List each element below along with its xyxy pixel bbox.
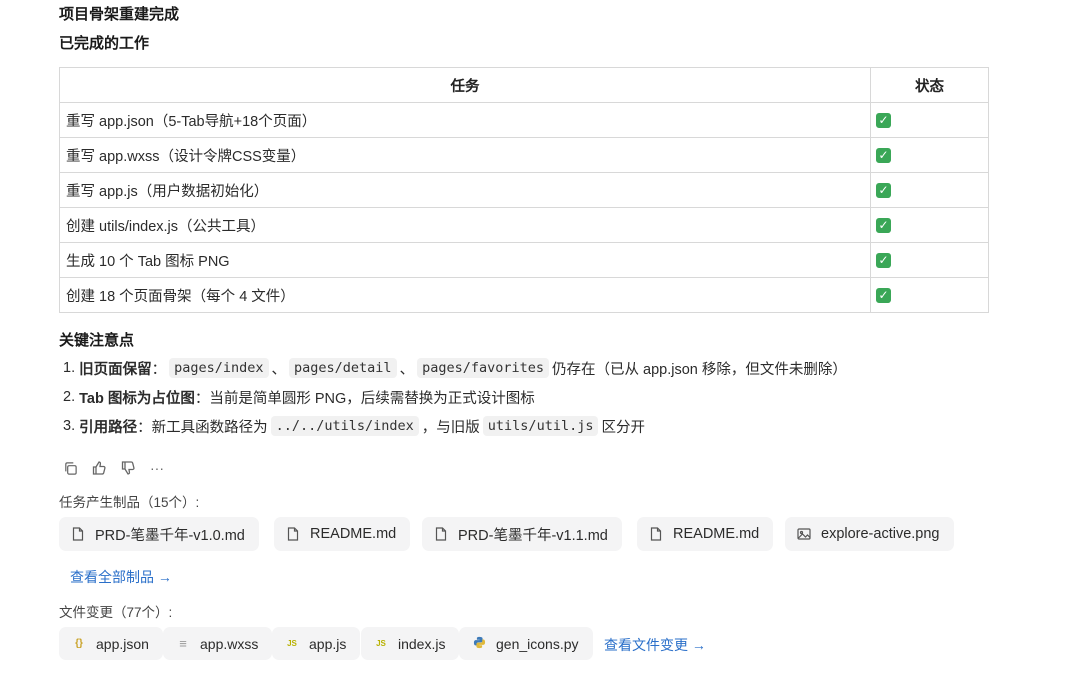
column-header-task: 任务 [59,67,871,103]
section-title-completed: 已完成的工作 [59,35,150,52]
section-title-notes: 关键注意点 [59,332,135,349]
javascript-file-icon: JS [376,639,386,648]
task-cell: 重写 app.wxss（设计令牌CSS变量） [59,137,871,173]
thumbs-down-icon[interactable] [120,460,136,476]
copy-icon[interactable] [62,460,78,476]
document-icon [71,527,85,541]
note-item-1: 1. 旧页面保留： pages/index、 pages/detail、 pag… [63,358,847,378]
artifact-chip[interactable]: README.md [274,517,411,551]
check-icon: ✓ [876,147,891,163]
page: 项目骨架重建完成 已完成的工作 任务 状态 重写 app.json（5-Tab导… [0,0,1080,678]
javascript-file-icon: JS [287,639,297,648]
view-file-changes-link[interactable]: 查看文件变更 → [604,635,706,655]
table-row: 重写 app.json（5-Tab导航+18个页面） ✓ [59,102,989,138]
task-cell: 创建 18 个页面骨架（每个 4 文件） [59,277,871,313]
artifacts-label: 任务产生制品（15个）: [59,495,200,510]
table-row: 创建 18 个页面骨架（每个 4 文件） ✓ [59,277,989,313]
view-all-artifacts-link[interactable]: 查看全部制品 → [70,567,172,587]
task-table: 任务 状态 重写 app.json（5-Tab导航+18个页面） ✓ 重写 ap… [59,67,989,313]
inline-code: pages/index [169,358,269,378]
table-row: 生成 10 个 Tab 图标 PNG ✓ [59,242,989,278]
more-options-icon[interactable]: ··· [149,460,165,476]
task-cell: 重写 app.js（用户数据初始化） [59,172,871,208]
column-header-status: 状态 [870,67,989,103]
task-cell: 生成 10 个 Tab 图标 PNG [59,242,871,278]
inline-code: utils/util.js [482,416,599,436]
inline-code: ../../utils/index [270,416,419,436]
python-file-icon [472,636,486,652]
thumbs-up-icon[interactable] [91,460,107,476]
message-actions: ··· [62,460,165,476]
check-icon: ✓ [876,217,891,233]
check-icon: ✓ [876,252,891,268]
file-chip[interactable]: JS index.js [361,627,460,660]
artifact-chip[interactable]: PRD-笔墨千年-v1.0.md [59,517,259,551]
check-icon: ✓ [876,112,891,128]
stylesheet-file-icon: ≡ [179,636,187,651]
json-file-icon: {} [75,638,83,649]
file-changes-label: 文件变更（77个）: [59,605,173,620]
inline-code: pages/detail [289,358,397,378]
task-cell: 重写 app.json（5-Tab导航+18个页面） [59,102,871,138]
task-cell: 创建 utils/index.js（公共工具） [59,207,871,243]
document-icon [434,527,448,541]
table-row: 创建 utils/index.js（公共工具） ✓ [59,207,989,243]
file-chip[interactable]: ≡ app.wxss [163,627,273,660]
document-icon [649,527,663,541]
check-icon: ✓ [876,287,891,303]
document-icon [286,527,300,541]
table-row: 重写 app.wxss（设计令牌CSS变量） ✓ [59,137,989,173]
check-icon: ✓ [876,182,891,198]
file-chip[interactable]: {} app.json [59,627,163,660]
page-title: 项目骨架重建完成 [59,6,180,23]
note-item-3: 3. 引用路径 ：新工具函数路径为 ../../utils/index ，与旧版 u… [63,416,645,436]
file-chip[interactable]: gen_icons.py [459,627,593,660]
table-row: 重写 app.js（用户数据初始化） ✓ [59,172,989,208]
table-header-row: 任务 状态 [59,67,989,103]
artifact-chip[interactable]: explore-active.png [785,517,954,551]
note-item-2: 2. Tab 图标为占位图 ：当前是简单圆形 PNG，后续需替换为正式设计图标 [63,389,535,407]
inline-code: pages/favorites [417,358,549,378]
image-icon [797,527,811,541]
file-chip[interactable]: JS app.js [272,627,361,660]
artifact-chip[interactable]: README.md [637,517,774,551]
artifact-chip[interactable]: PRD-笔墨千年-v1.1.md [422,517,622,551]
